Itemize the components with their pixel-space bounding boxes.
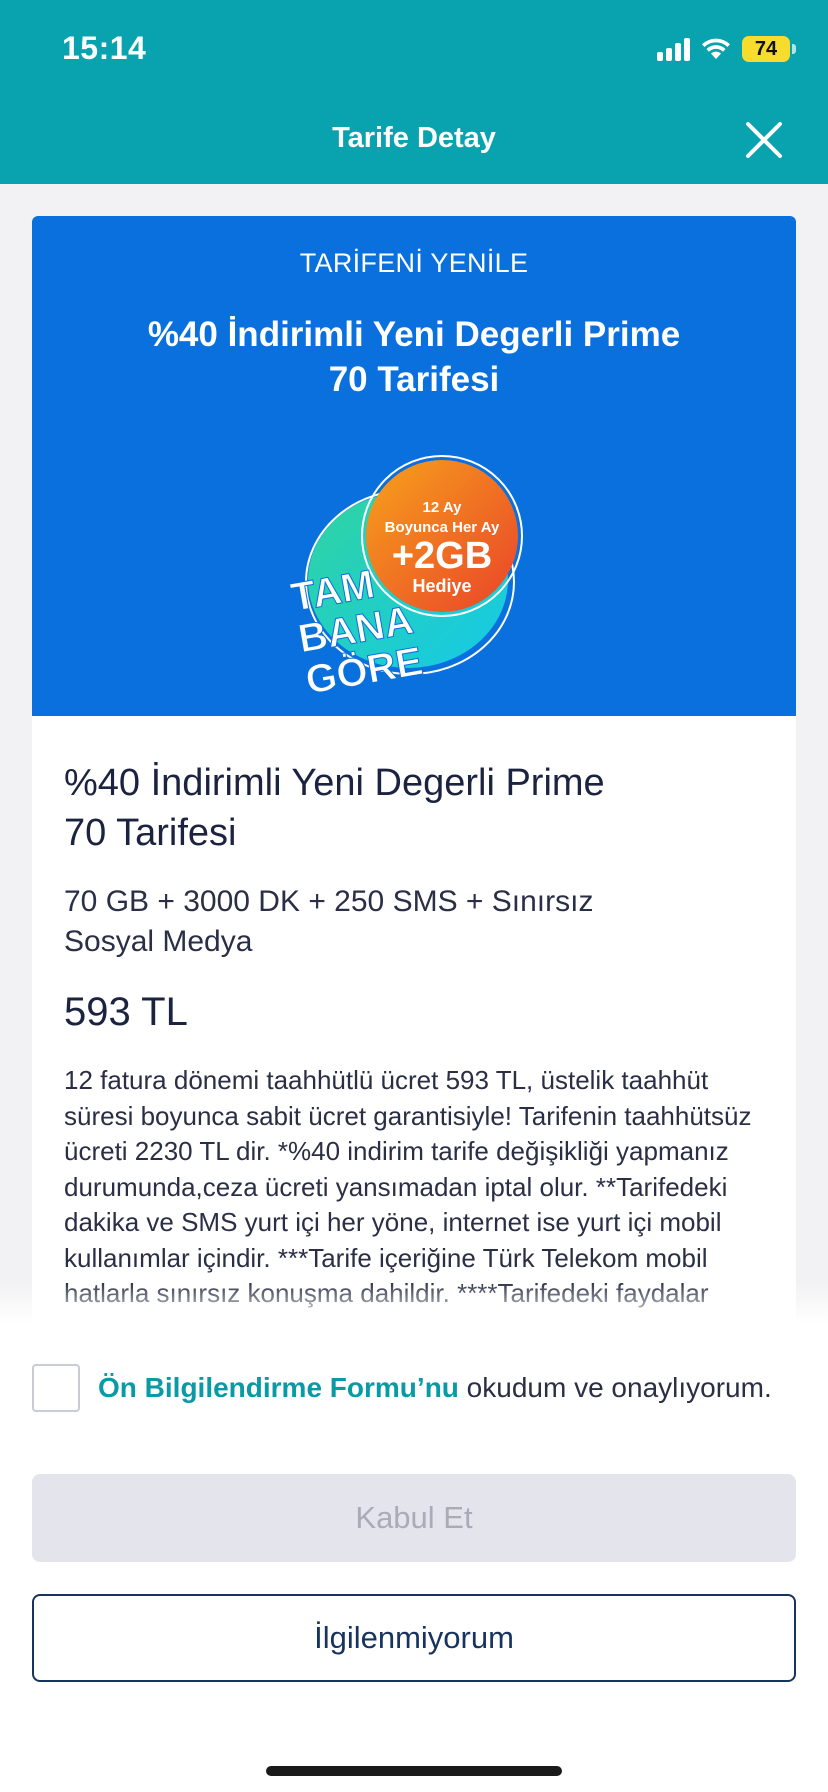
bottom-action-panel: Ön Bilgilendirme Formu’nu okudum ve onay… (0, 1282, 828, 1792)
info-form-link[interactable]: Ön Bilgilendirme Formu’nu (98, 1372, 459, 1403)
badge-gift: Hediye (412, 576, 471, 596)
hero-title: %40 İndirimli Yeni Degerli Prime 70 Tari… (92, 312, 736, 402)
plan-card: TARİFENİ YENİLE %40 İndirimli Yeni Deger… (32, 216, 796, 1326)
close-icon (746, 122, 782, 158)
close-button[interactable] (742, 118, 786, 162)
plan-features-line-1: 70 GB + 3000 DK + 250 SMS + Sınırsız (64, 885, 594, 918)
consent-row: Ön Bilgilendirme Formu’nu okudum ve onay… (32, 1364, 772, 1412)
home-indicator (266, 1766, 562, 1776)
plan-price: 593 TL (64, 990, 188, 1034)
battery-icon: 74 (742, 36, 796, 62)
badge-amount: +2GB (392, 535, 492, 577)
top-bar: 15:14 74 Tarife Detay (0, 0, 828, 184)
page-title: Tarife Detay (332, 122, 496, 154)
hero-title-line-1: %40 İndirimli Yeni Degerli Prime (147, 315, 681, 354)
hero-banner: TARİFENİ YENİLE %40 İndirimli Yeni Deger… (32, 216, 796, 716)
consent-rest-text: okudum ve onaylıyorum. (458, 1372, 772, 1403)
badge-top-line-1: 12 Ay (423, 499, 463, 516)
plan-name: %40 İndirimli Yeni Degerli Prime 70 Tari… (64, 758, 764, 858)
status-time: 15:14 (62, 30, 147, 66)
campaign-badge-image: 12 Ay Boyunca Her Ay +2GB Hediye TAM BAN… (290, 455, 523, 703)
plan-details: %40 İndirimli Yeni Degerli Prime 70 Tari… (32, 716, 796, 1312)
plan-features-line-2: Sosyal Medya (64, 925, 253, 958)
badge-top-line-2: Boyunca Her Ay (385, 519, 500, 536)
accept-button[interactable]: Kabul Et (32, 1474, 796, 1562)
wifi-icon (702, 38, 730, 59)
consent-text: Ön Bilgilendirme Formu’nu okudum ve onay… (98, 1372, 772, 1404)
plan-description: 12 fatura dönemi taahhütlü ücret 593 TL,… (64, 1065, 752, 1308)
hero-eyebrow: TARİFENİ YENİLE (299, 248, 529, 278)
hero-title-line-2: 70 Tarifesi (328, 360, 500, 399)
consent-checkbox[interactable] (32, 1364, 80, 1412)
decline-button[interactable]: İlgilenmiyorum (32, 1594, 796, 1682)
cellular-signal-icon (657, 37, 690, 61)
plan-name-line-2: 70 Tarifesi (64, 812, 237, 854)
battery-level: 74 (754, 37, 778, 60)
plan-features: 70 GB + 3000 DK + 250 SMS + Sınırsız Sos… (64, 882, 764, 962)
plan-name-line-1: %40 İndirimli Yeni Degerli Prime (64, 762, 605, 804)
status-icons: 74 (657, 34, 796, 64)
